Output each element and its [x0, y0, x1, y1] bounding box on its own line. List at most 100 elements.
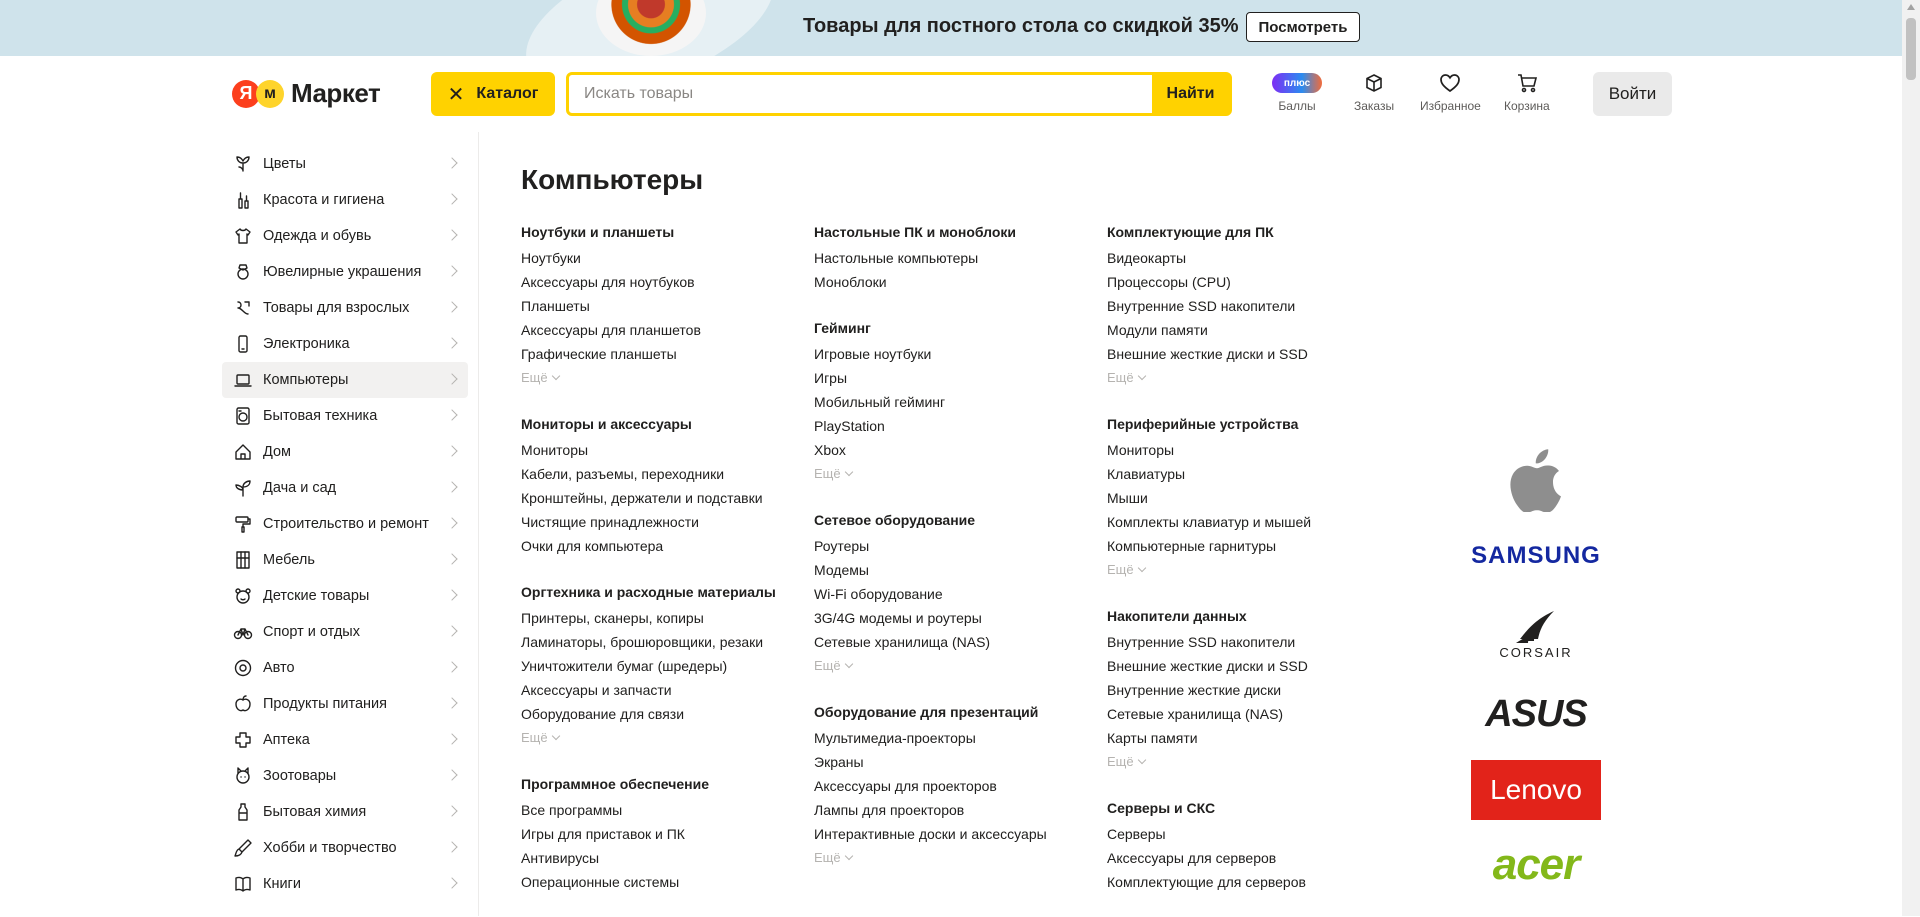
market-logo[interactable]: Я м Маркет	[232, 78, 381, 109]
lenovo-logo-icon[interactable]: Lenovo	[1471, 760, 1601, 820]
category-group-title[interactable]: Сетевое оборудование	[814, 509, 1094, 531]
sidebar-item[interactable]: Мебель	[222, 542, 468, 578]
category-group-title[interactable]: Мониторы и аксессуары	[521, 413, 801, 435]
nav-orders[interactable]: Заказы	[1354, 72, 1394, 113]
category-link[interactable]: Ламинаторы, брошюровщики, резаки	[521, 630, 801, 654]
category-link[interactable]: Модули памяти	[1107, 318, 1387, 342]
category-link[interactable]: Моноблоки	[814, 270, 1094, 294]
sidebar-item[interactable]: Аптека	[222, 722, 468, 758]
sidebar-item[interactable]: Зоотовары	[222, 758, 468, 794]
category-link[interactable]: Компьютерные гарнитуры	[1107, 534, 1387, 558]
sidebar-item[interactable]: Красота и гигиена	[222, 182, 468, 218]
category-link[interactable]: Клавиатуры	[1107, 462, 1387, 486]
sidebar-item[interactable]: Цветы	[222, 146, 468, 182]
sidebar-item[interactable]: Строительство и ремонт	[222, 506, 468, 542]
category-link[interactable]: Карты памяти	[1107, 726, 1387, 750]
category-link[interactable]: Модемы	[814, 558, 1094, 582]
sidebar-item[interactable]: Дача и сад	[222, 470, 468, 506]
category-link[interactable]: Игры	[814, 366, 1094, 390]
category-link[interactable]: Внутренние жесткие диски	[1107, 678, 1387, 702]
category-link[interactable]: 3G/4G модемы и роутеры	[814, 606, 1094, 630]
page-scrollbar[interactable]	[1902, 0, 1920, 916]
search-button[interactable]: Найти	[1152, 75, 1229, 113]
more-toggle[interactable]: Ещё	[521, 366, 801, 390]
category-link[interactable]: Аксессуары и запчасти	[521, 678, 801, 702]
asus-logo-icon[interactable]: ASUS	[1468, 693, 1604, 735]
category-link[interactable]: Кронштейны, держатели и подставки	[521, 486, 801, 510]
banner-view-button[interactable]: Посмотреть	[1246, 12, 1360, 42]
category-link[interactable]: Видеокарты	[1107, 246, 1387, 270]
category-link[interactable]: Чистящие принадлежности	[521, 510, 801, 534]
category-link[interactable]: PlayStation	[814, 414, 1094, 438]
category-link[interactable]: Мобильный гейминг	[814, 390, 1094, 414]
category-group-title[interactable]: Серверы и СКС	[1107, 797, 1387, 819]
category-link[interactable]: Уничтожители бумаг (шредеры)	[521, 654, 801, 678]
category-link[interactable]: Принтеры, сканеры, копиры	[521, 606, 801, 630]
more-toggle[interactable]: Ещё	[1107, 366, 1387, 390]
nav-cart[interactable]: Корзина	[1504, 72, 1550, 113]
sidebar-item[interactable]: Бытовая химия	[222, 794, 468, 830]
catalog-button[interactable]: ✕ Каталог	[431, 72, 555, 116]
category-link[interactable]: Ноутбуки	[521, 246, 801, 270]
category-link[interactable]: Внешние жесткие диски и SSD	[1107, 654, 1387, 678]
category-link[interactable]: Очки для компьютера	[521, 534, 801, 558]
category-link[interactable]: Графические планшеты	[521, 342, 801, 366]
nav-favorites[interactable]: Избранное	[1420, 72, 1481, 113]
login-button[interactable]: Войти	[1593, 72, 1672, 116]
category-link[interactable]: Аксессуары для серверов	[1107, 846, 1387, 870]
category-link[interactable]: Внутренние SSD накопители	[1107, 630, 1387, 654]
sidebar-item[interactable]: Одежда и обувь	[222, 218, 468, 254]
corsair-logo-icon[interactable]: CORSAIR	[1476, 606, 1596, 662]
sidebar-item[interactable]: Компьютеры	[222, 362, 468, 398]
category-link[interactable]: Оборудование для связи	[521, 702, 801, 726]
category-group-title[interactable]: Оргтехника и расходные материалы	[521, 581, 801, 603]
category-group-title[interactable]: Программное обеспечение	[521, 773, 801, 795]
scrollbar-thumb[interactable]	[1906, 18, 1916, 80]
category-link[interactable]: Xbox	[814, 438, 1094, 462]
nav-points[interactable]: плюс Баллы	[1272, 72, 1322, 113]
category-group-title[interactable]: Ноутбуки и планшеты	[521, 221, 801, 243]
sidebar-item[interactable]: Спорт и отдых	[222, 614, 468, 650]
category-link[interactable]: Игровые ноутбуки	[814, 342, 1094, 366]
sidebar-item[interactable]: Продукты питания	[222, 686, 468, 722]
sidebar-item[interactable]: Детские товары	[222, 578, 468, 614]
samsung-logo-icon[interactable]: SAMSUNG	[1466, 540, 1606, 572]
category-link[interactable]: Аксессуары для проекторов	[814, 774, 1094, 798]
sidebar-item[interactable]: Авто	[222, 650, 468, 686]
category-group-title[interactable]: Настольные ПК и моноблоки	[814, 221, 1094, 243]
category-group-title[interactable]: Комплектующие для ПК	[1107, 221, 1387, 243]
more-toggle[interactable]: Ещё	[1107, 750, 1387, 774]
category-link[interactable]: Мультимедиа-проекторы	[814, 726, 1094, 750]
category-link[interactable]: Комплекты клавиатур и мышей	[1107, 510, 1387, 534]
more-toggle[interactable]: Ещё	[814, 846, 1094, 870]
apple-logo-icon[interactable]	[1502, 448, 1570, 512]
category-link[interactable]: Экраны	[814, 750, 1094, 774]
category-link[interactable]: Мониторы	[521, 438, 801, 462]
category-link[interactable]: Сетевые хранилища (NAS)	[1107, 702, 1387, 726]
category-link[interactable]: Аксессуары для планшетов	[521, 318, 801, 342]
category-link[interactable]: Мыши	[1107, 486, 1387, 510]
sidebar-item[interactable]: Электроника	[222, 326, 468, 362]
category-link[interactable]: Аксессуары для ноутбуков	[521, 270, 801, 294]
sidebar-item[interactable]: Хобби и творчество	[222, 830, 468, 866]
acer-logo-icon[interactable]: acer	[1466, 840, 1606, 890]
more-toggle[interactable]: Ещё	[814, 654, 1094, 678]
category-link[interactable]: Антивирусы	[521, 846, 801, 870]
category-link[interactable]: Интерактивные доски и аксессуары	[814, 822, 1094, 846]
sidebar-item[interactable]: Ювелирные украшения	[222, 254, 468, 290]
category-link[interactable]: Операционные системы	[521, 870, 801, 894]
category-link[interactable]: Планшеты	[521, 294, 801, 318]
category-group-title[interactable]: Оборудование для презентаций	[814, 701, 1094, 723]
more-toggle[interactable]: Ещё	[521, 726, 801, 750]
category-link[interactable]: Игры для приставок и ПК	[521, 822, 801, 846]
promo-banner[interactable]: Товары для постного стола со скидкой 35%…	[0, 0, 1902, 56]
category-link[interactable]: Роутеры	[814, 534, 1094, 558]
sidebar-item[interactable]: Дом	[222, 434, 468, 470]
category-link[interactable]: Серверы	[1107, 822, 1387, 846]
sidebar-item[interactable]: Товары для взрослых	[222, 290, 468, 326]
category-group-title[interactable]: Периферийные устройства	[1107, 413, 1387, 435]
category-link[interactable]: Процессоры (CPU)	[1107, 270, 1387, 294]
more-toggle[interactable]: Ещё	[1107, 558, 1387, 582]
category-group-title[interactable]: Накопители данных	[1107, 605, 1387, 627]
more-toggle[interactable]: Ещё	[814, 462, 1094, 486]
